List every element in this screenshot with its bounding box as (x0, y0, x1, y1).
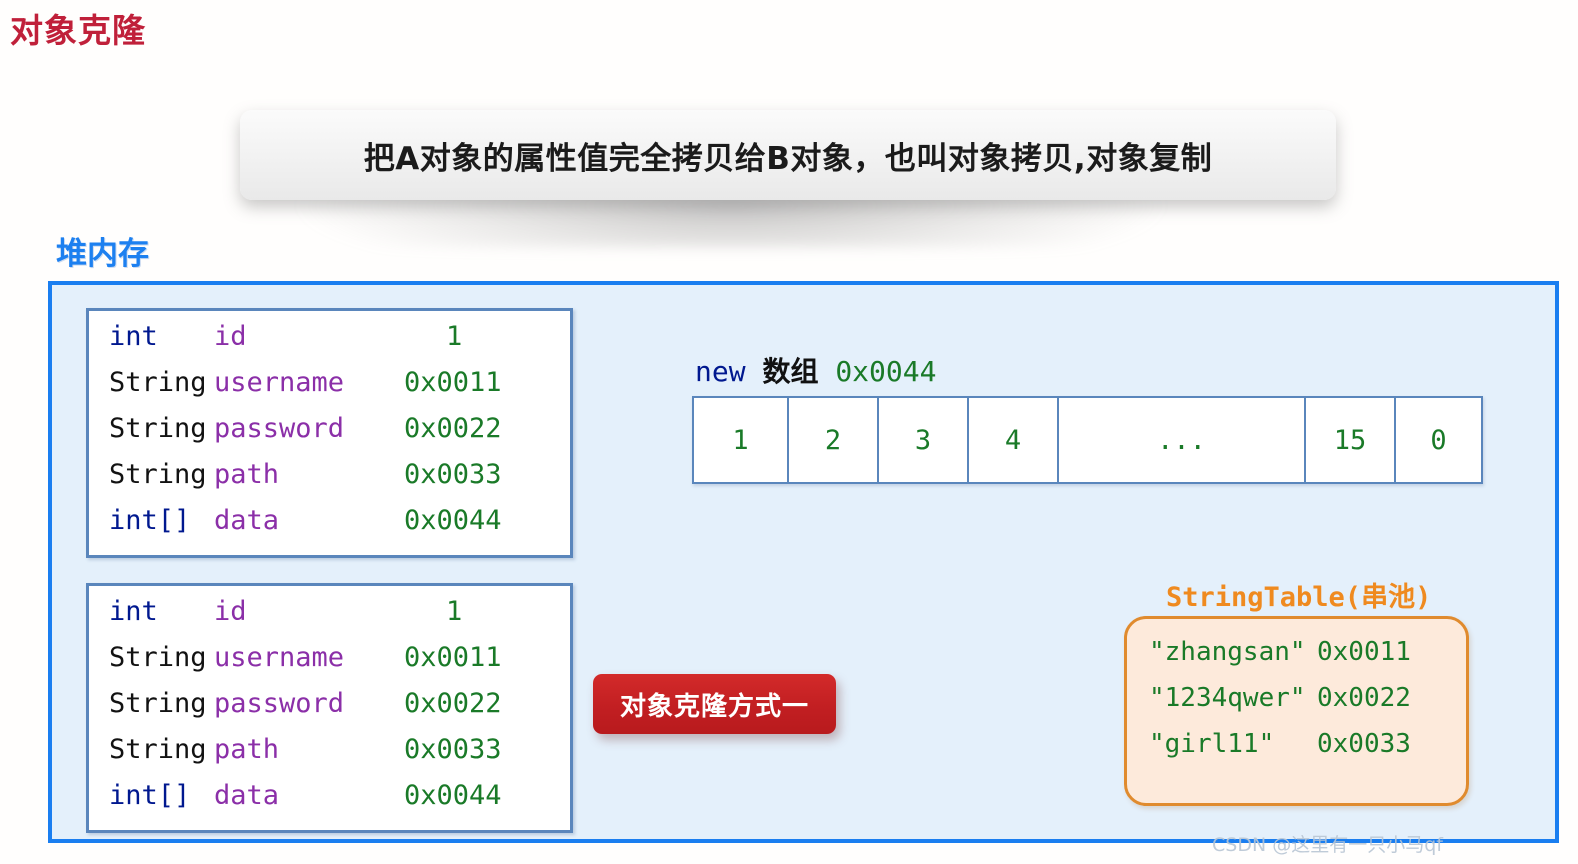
object-b-box: int id 1 String username 0x0011 String p… (86, 583, 573, 833)
array-name: 数组 (762, 355, 819, 388)
string-table-title: StringTable(串池) (1166, 582, 1432, 613)
field-name: id (214, 596, 247, 627)
field-value: 0x0011 (404, 642, 502, 673)
string-address: 0x0033 (1317, 729, 1411, 759)
clone-method-one-label: 对象克隆方式一 (619, 691, 809, 722)
field-type: String (109, 734, 207, 765)
field-value: 0x0022 (404, 413, 502, 444)
clone-method-one-button[interactable]: 对象克隆方式一 (593, 674, 836, 734)
field-type: int[] (109, 505, 191, 536)
field-value: 0x0033 (404, 734, 502, 765)
object-field-row: int[] data 0x0044 (89, 780, 570, 826)
field-type: String (109, 413, 207, 444)
array-cell: 0 (1396, 398, 1481, 482)
field-type: String (109, 642, 207, 673)
array-cell: 1 (694, 398, 789, 482)
object-field-row: String path 0x0033 (89, 734, 570, 780)
field-type: String (109, 459, 207, 490)
array-cell: 4 (969, 398, 1059, 482)
watermark: CSDN @这里有一只小马qf (1212, 834, 1443, 856)
field-name: data (214, 505, 280, 536)
field-value: 1 (446, 321, 463, 352)
array-cell-ellipsis: ... (1059, 398, 1306, 482)
field-value: 0x0011 (404, 367, 502, 398)
field-name: id (214, 321, 247, 352)
string-table-box: "zhangsan" 0x0011 "1234qwer" 0x0022 "gir… (1124, 616, 1469, 806)
array-keyword: new (695, 355, 746, 388)
array-cell: 3 (879, 398, 969, 482)
array-cells-container: 1 2 3 4 ... 15 0 (692, 396, 1483, 484)
string-literal: "1234qwer" (1149, 683, 1306, 713)
page-title: 对象克隆 (10, 11, 146, 50)
array-cell: 15 (1306, 398, 1396, 482)
field-type: int[] (109, 780, 191, 811)
field-type: String (109, 367, 207, 398)
object-field-row: String path 0x0033 (89, 459, 570, 505)
field-name: username (214, 367, 345, 398)
object-a-box: int id 1 String username 0x0011 String p… (86, 308, 573, 558)
field-value: 0x0044 (404, 505, 502, 536)
array-address: 0x0044 (835, 355, 937, 388)
field-name: password (214, 688, 345, 719)
field-value: 0x0022 (404, 688, 502, 719)
object-field-row: String username 0x0011 (89, 367, 570, 413)
string-address: 0x0022 (1317, 683, 1411, 713)
field-name: password (214, 413, 345, 444)
field-type: int (109, 321, 158, 352)
string-literal: "girl11" (1149, 729, 1275, 759)
string-literal: "zhangsan" (1149, 637, 1306, 667)
string-table-row: "girl11" 0x0033 (1127, 729, 1466, 775)
array-cell: 2 (789, 398, 879, 482)
object-field-row: int id 1 (89, 321, 570, 367)
field-name: username (214, 642, 345, 673)
heap-memory-label: 堆内存 (56, 236, 149, 272)
field-value: 0x0044 (404, 780, 502, 811)
banner-plate: 把A对象的属性值完全拷贝给B对象，也叫对象拷贝,对象复制 (240, 110, 1336, 200)
array-label: new 数组 0x0044 (695, 350, 936, 390)
field-name: path (214, 459, 280, 490)
string-table-row: "1234qwer" 0x0022 (1127, 683, 1466, 729)
string-table-row: "zhangsan" 0x0011 (1127, 637, 1466, 683)
object-field-row: int id 1 (89, 596, 570, 642)
object-field-row: String password 0x0022 (89, 413, 570, 459)
field-value: 1 (446, 596, 463, 627)
field-type: int (109, 596, 158, 627)
object-field-row: String password 0x0022 (89, 688, 570, 734)
object-field-row: int[] data 0x0044 (89, 505, 570, 551)
summary-banner: 把A对象的属性值完全拷贝给B对象，也叫对象拷贝,对象复制 (202, 98, 1352, 248)
field-type: String (109, 688, 207, 719)
string-address: 0x0011 (1317, 637, 1411, 667)
banner-text: 把A对象的属性值完全拷贝给B对象，也叫对象拷贝,对象复制 (363, 140, 1213, 177)
field-name: path (214, 734, 280, 765)
field-value: 0x0033 (404, 459, 502, 490)
field-name: data (214, 780, 280, 811)
object-field-row: String username 0x0011 (89, 642, 570, 688)
